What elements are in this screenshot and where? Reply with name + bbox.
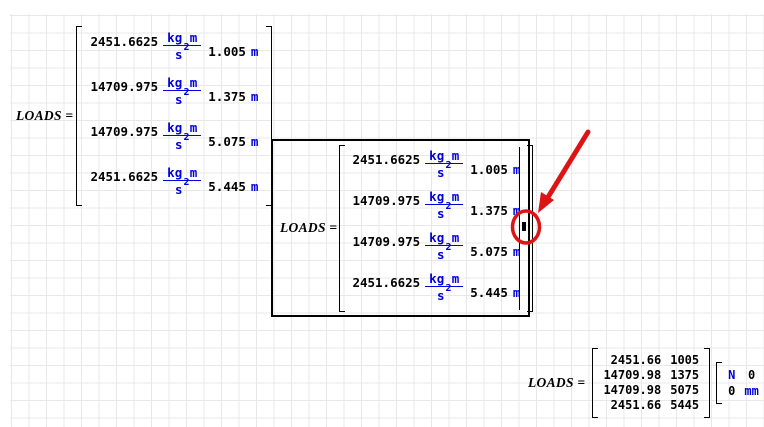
loads-matrix: 2451.6625 kg ms2 1.005 m 14709.975 kg ms… <box>76 26 272 206</box>
force-value: 2451.6625 <box>352 152 420 167</box>
force-value: 14709.975 <box>352 193 420 208</box>
distance-value: 1.375 <box>208 89 246 104</box>
unit-cell: N <box>728 367 735 383</box>
force-value: 2451.6625 <box>352 275 420 290</box>
force-unit-fraction: kg ms2 <box>425 272 463 302</box>
unit-exponent: 2 <box>183 132 189 143</box>
matrix-row: 14709.975 kg ms2 1.375 m <box>352 187 520 228</box>
unit-placeholder[interactable] <box>522 222 526 231</box>
distance-value: 1.375 <box>470 203 508 218</box>
unit-denominator-base: s <box>437 248 445 263</box>
unit-denominator: s2 <box>437 287 452 302</box>
matrix-cell: 14709.98 <box>603 383 661 398</box>
force-unit-fraction: kg ms2 <box>163 76 201 106</box>
force-unit-fraction: kg ms2 <box>163 166 201 196</box>
force-unit-fraction: kg ms2 <box>425 149 463 179</box>
distance-value: 5.075 <box>470 244 508 259</box>
unit-denominator-base: s <box>175 138 183 153</box>
distance-value: 5.075 <box>208 134 246 149</box>
unit-denominator: s2 <box>437 164 452 179</box>
distance-value: 1.005 <box>208 44 246 59</box>
matrix-row: 2451.6625 kg ms2 5.445 m <box>352 269 520 310</box>
result-matrix: 2451.66 1005 14709.98 1375 14709.98 5075 24… <box>592 348 710 418</box>
page-margin-left <box>0 0 10 427</box>
math-region-loads-detailed[interactable]: LOADS = 2451.6625 kg ms2 1.005 m 14709.9… <box>16 26 272 206</box>
force-unit-fraction: kg ms2 <box>163 31 201 61</box>
matrix-cell: 5445 <box>670 398 699 413</box>
unit-denominator-base: s <box>175 93 183 108</box>
matrix-cell: 1005 <box>670 353 699 368</box>
unit-denominator: s2 <box>175 181 190 196</box>
unit-exponent: 2 <box>183 177 189 188</box>
unit-exponent: 2 <box>445 242 451 253</box>
result-matrix-cells: 2451.66 1005 14709.98 1375 14709.98 5075 24… <box>598 348 704 418</box>
matrix-row: 14709.975 kg ms2 5.075 m <box>90 116 258 161</box>
distance-unit: m <box>251 134 259 149</box>
matrix-rows: 2451.6625 kg ms2 1.005 m 14709.975 kg ms… <box>345 145 527 312</box>
unit-matrix: N0 0mm <box>716 362 764 404</box>
distance-value: 5.445 <box>208 179 246 194</box>
math-region-loads-result[interactable]: LOADS = 2451.66 1005 14709.98 1375 14709.9… <box>528 344 764 422</box>
distance-value: 1.005 <box>470 162 508 177</box>
unit-denominator-base: s <box>437 289 445 304</box>
loads-label: LOADS = <box>16 108 73 124</box>
force-unit-fraction: kg ms2 <box>425 190 463 220</box>
matrix-row: 14709.975 kg ms2 5.075 m <box>352 228 520 269</box>
force-value: 2451.6625 <box>90 34 158 49</box>
unit-exponent: 2 <box>445 283 451 294</box>
distance-unit: m <box>251 179 259 194</box>
worksheet-canvas: LOADS = 2451.6625 kg ms2 1.005 m 14709.9… <box>0 0 764 427</box>
edit-cursor-line <box>519 147 520 310</box>
unit-denominator: s2 <box>437 246 452 261</box>
page-margin-top <box>0 0 764 14</box>
unit-denominator-base: s <box>175 183 183 198</box>
unit-cell: 0 <box>748 367 755 383</box>
unit-denominator: s2 <box>175 136 190 151</box>
force-value: 14709.975 <box>352 234 420 249</box>
distance-unit: m <box>251 89 259 104</box>
matrix-cell: 2451.66 <box>603 398 661 413</box>
unit-denominator-base: s <box>175 48 183 63</box>
distance-value: 5.445 <box>470 285 508 300</box>
unit-matrix-cells: N0 0mm <box>722 362 764 404</box>
matrix-cell: 14709.98 <box>603 368 661 383</box>
matrix-cell: 2451.66 <box>603 353 661 368</box>
matrix-row: 2451.6625 kg ms2 1.005 m <box>352 146 520 187</box>
unit-exponent: 2 <box>445 160 451 171</box>
force-value: 14709.975 <box>90 124 158 139</box>
matrix-row: 2451.6625 kg ms2 5.445 m <box>90 161 258 206</box>
unit-denominator-base: s <box>437 166 445 181</box>
loads-label: LOADS = <box>280 220 337 236</box>
unit-exponent: 2 <box>445 201 451 212</box>
matrix-row: 14709.975 kg ms2 1.375 m <box>90 71 258 116</box>
unit-exponent: 2 <box>183 87 189 98</box>
matrix-bracket-right <box>704 348 710 418</box>
force-unit-fraction: kg ms2 <box>425 231 463 261</box>
unit-exponent: 2 <box>183 42 189 53</box>
matrix-row: 2451.6625 kg ms2 1.005 m <box>90 26 258 71</box>
distance-unit: m <box>251 44 259 59</box>
force-value: 2451.6625 <box>90 169 158 184</box>
loads-matrix: 2451.6625 kg ms2 1.005 m 14709.975 kg ms… <box>339 145 533 312</box>
loads-label: LOADS = <box>528 375 585 391</box>
force-value: 14709.975 <box>90 79 158 94</box>
unit-denominator: s2 <box>175 46 190 61</box>
force-unit-fraction: kg ms2 <box>163 121 201 151</box>
matrix-bracket-right <box>527 145 533 312</box>
unit-cell: mm <box>744 383 758 399</box>
unit-denominator: s2 <box>175 91 190 106</box>
unit-denominator-base: s <box>437 207 445 222</box>
unit-denominator: s2 <box>437 205 452 220</box>
matrix-rows: 2451.6625 kg ms2 1.005 m 14709.975 kg ms… <box>82 26 266 206</box>
matrix-cell: 5075 <box>670 383 699 398</box>
unit-cell: 0 <box>728 383 735 399</box>
selected-math-region-loads[interactable]: LOADS = 2451.6625 kg ms2 1.005 m 14709.9… <box>271 139 530 317</box>
matrix-cell: 1375 <box>670 368 699 383</box>
